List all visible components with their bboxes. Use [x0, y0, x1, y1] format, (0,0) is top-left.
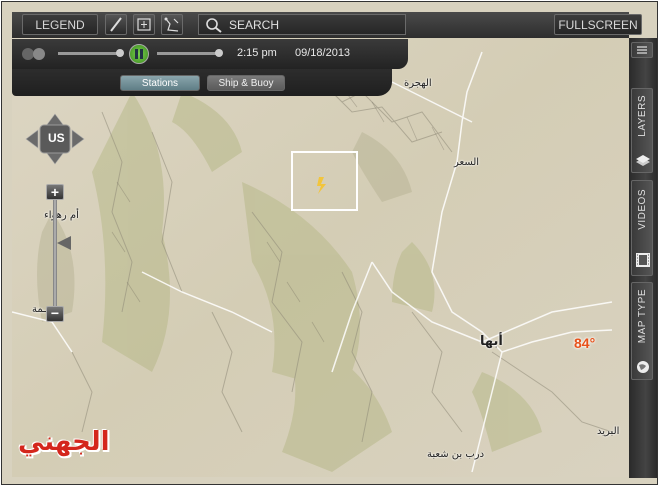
- map-type-label: MAP TYPE: [637, 289, 648, 344]
- speed-toggle-icon: [22, 48, 45, 60]
- measure-icon[interactable]: [133, 14, 155, 35]
- pan-right-icon: [71, 129, 85, 149]
- tab-ship-buoy[interactable]: Ship & Buoy: [207, 75, 285, 91]
- search-icon: [206, 18, 222, 33]
- legend-button[interactable]: LEGEND: [22, 14, 98, 35]
- tab-stations[interactable]: Stations: [120, 75, 200, 91]
- pan-up-icon: [45, 113, 65, 127]
- pause-button[interactable]: [129, 44, 149, 64]
- map-label-abha: أبها: [480, 334, 503, 349]
- pan-down-icon: [45, 151, 65, 165]
- videos-label: VIDEOS: [637, 189, 648, 230]
- top-toolbar: LEGEND SEARCH FULLSCREEN: [12, 12, 642, 38]
- layers-label: LAYERS: [637, 95, 648, 137]
- videos-button[interactable]: VIDEOS: [631, 180, 653, 276]
- watermark-logo: الجهني: [18, 427, 110, 457]
- menu-button[interactable]: [631, 42, 653, 58]
- layer-tabs: Stations Ship & Buoy: [12, 69, 392, 96]
- layers-icon: [636, 155, 650, 166]
- temperature-marker[interactable]: 84°: [574, 335, 595, 351]
- menu-icon: [637, 46, 647, 54]
- speed-handle[interactable]: [116, 49, 124, 57]
- app-frame: الهجرة السعر أبها أم رهواء ـمة البريد در…: [1, 1, 658, 485]
- route-icon[interactable]: [161, 14, 183, 35]
- map-label-hajra: الهجرة: [404, 78, 432, 89]
- zoom-slider[interactable]: + −: [42, 184, 71, 322]
- layers-button[interactable]: LAYERS: [631, 88, 653, 173]
- map-label-albirk: البريد: [597, 426, 620, 437]
- pan-left-icon: [25, 129, 39, 149]
- timeline-slider[interactable]: [157, 52, 219, 55]
- film-icon: [636, 253, 650, 267]
- draw-icon[interactable]: [105, 14, 127, 35]
- timeline-handle[interactable]: [215, 49, 223, 57]
- map-label-darb: درب بن شعبة: [427, 449, 485, 460]
- search-label: SEARCH: [229, 18, 280, 32]
- zoom-track: [53, 194, 57, 312]
- zoom-out-button[interactable]: −: [46, 306, 64, 322]
- globe-icon: [637, 361, 649, 373]
- map-type-button[interactable]: MAP TYPE: [631, 282, 653, 380]
- map-label-alsaeer: السعر: [454, 157, 480, 168]
- search-box[interactable]: SEARCH: [198, 14, 406, 35]
- playback-date: 09/18/2013: [295, 47, 351, 59]
- speed-slider[interactable]: [58, 52, 120, 55]
- side-panel: LAYERS VIDEOS MAP TYPE: [629, 38, 657, 478]
- region-label[interactable]: US: [48, 131, 65, 145]
- zoom-handle[interactable]: [57, 236, 71, 250]
- fullscreen-button[interactable]: FULLSCREEN: [554, 14, 642, 35]
- playback-bar: 2:15 pm 09/18/2013: [12, 39, 408, 69]
- zoom-in-button[interactable]: +: [46, 184, 64, 200]
- playback-time: 2:15 pm: [237, 47, 277, 59]
- pan-control[interactable]: US: [24, 112, 86, 166]
